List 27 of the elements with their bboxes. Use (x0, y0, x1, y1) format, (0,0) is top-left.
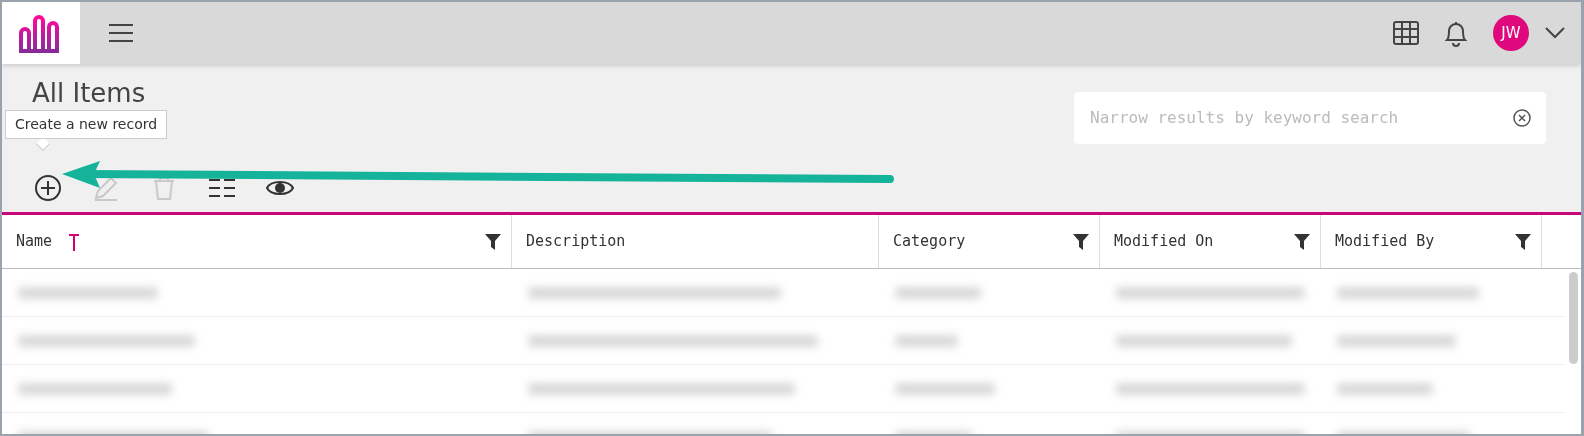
column-header[interactable]: Description (512, 215, 879, 268)
column-label: Description (526, 231, 626, 253)
search-field[interactable]: Narrow results by keyword search (1088, 105, 1512, 131)
column-label: Category (893, 231, 966, 253)
scrollbar-thumb[interactable] (1568, 272, 1578, 364)
filter-icon[interactable] (1073, 233, 1089, 250)
user-avatar[interactable]: JW (1493, 15, 1529, 51)
column-label: Modified By (1335, 231, 1435, 253)
filter-icon[interactable] (1294, 233, 1310, 250)
filter-icon[interactable] (485, 233, 501, 250)
sort-up-icon[interactable] (68, 232, 81, 251)
clear-icon[interactable] (1512, 108, 1532, 128)
chevron-down-icon[interactable] (1545, 27, 1565, 39)
page-title: All Items (32, 78, 146, 110)
search-box[interactable]: Narrow results by keyword search (1074, 92, 1546, 144)
filter-icon[interactable] (1515, 233, 1531, 250)
column-label: Modified On (1114, 231, 1214, 253)
bell-icon[interactable] (1443, 19, 1469, 47)
column-header[interactable]: Category (879, 215, 1100, 268)
grid-icon[interactable] (1393, 21, 1419, 45)
column-header[interactable]: Modified By (1321, 215, 1542, 268)
tooltip: Create a new record (5, 110, 168, 139)
column-header[interactable]: Modified On (1100, 215, 1321, 268)
menu-icon (108, 23, 134, 43)
column-header[interactable]: Name (2, 215, 512, 268)
column-label: Name (16, 231, 53, 253)
plus-circle-icon (34, 173, 62, 202)
